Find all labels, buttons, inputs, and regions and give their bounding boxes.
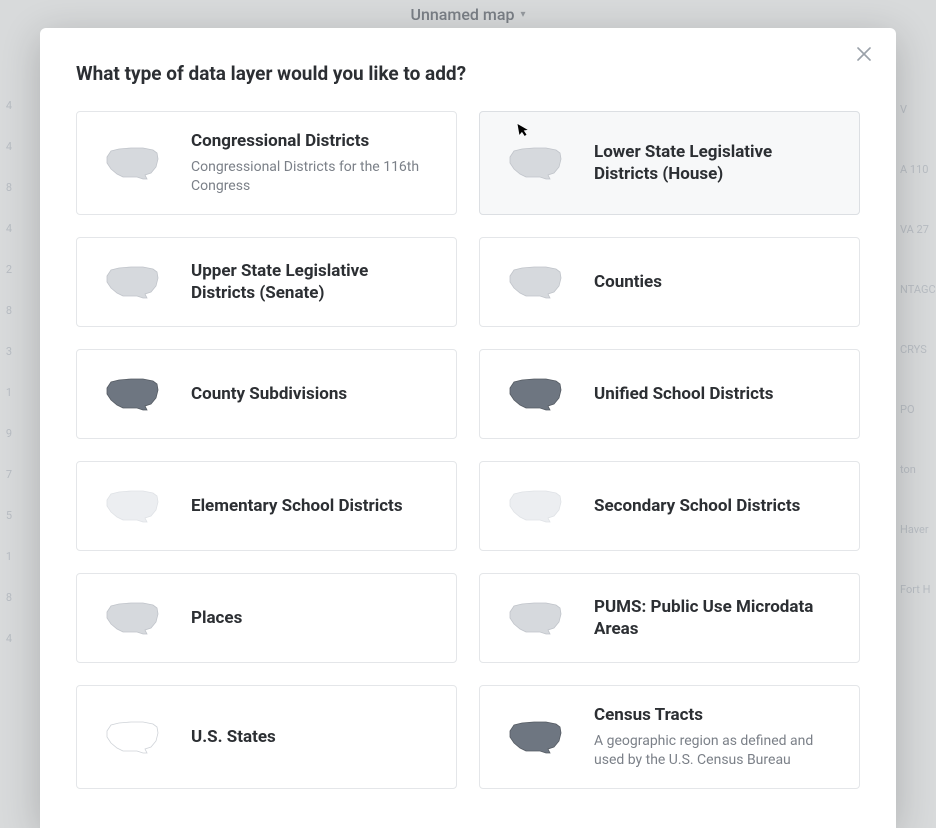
layer-option-title: Census Tracts: [594, 704, 839, 726]
chevron-down-icon: ▾: [520, 9, 525, 20]
layer-option-title: Secondary School Districts: [594, 495, 839, 517]
layer-option-text: Upper State Legislative Districts (Senat…: [191, 260, 436, 304]
layer-option-title: Upper State Legislative Districts (Senat…: [191, 260, 436, 304]
layer-option-title: Unified School Districts: [594, 383, 839, 405]
background-label: CRYS: [900, 340, 936, 360]
layer-option-card[interactable]: PUMS: Public Use Microdata Areas: [479, 573, 860, 663]
us-map-icon: [97, 370, 165, 418]
layer-option-title: PUMS: Public Use Microdata Areas: [594, 596, 839, 640]
us-map-icon: [97, 139, 165, 187]
layer-option-text: Counties: [594, 271, 839, 293]
layer-option-card[interactable]: County Subdivisions: [76, 349, 457, 439]
layer-option-text: Congressional Districts Congressional Dis…: [191, 130, 436, 196]
layer-option-text: Census Tracts A geographic region as defi…: [594, 704, 839, 770]
background-label: V: [900, 100, 936, 120]
layer-option-card[interactable]: Counties: [479, 237, 860, 327]
background-axis-tick: 8: [0, 305, 12, 316]
layer-option-title: Elementary School Districts: [191, 495, 436, 517]
layer-options-grid: Congressional Districts Congressional Dis…: [76, 111, 860, 789]
layer-option-card[interactable]: Upper State Legislative Districts (Senat…: [76, 237, 457, 327]
background-axis-tick: 1: [0, 387, 12, 398]
background-map-labels: V A 110 VA 27 NTAGC CITY CRYS PO ton Haver Fort …: [896, 100, 936, 640]
layer-option-title: County Subdivisions: [191, 383, 436, 405]
layer-option-title: Congressional Districts: [191, 130, 436, 152]
layer-option-text: Places: [191, 607, 436, 629]
background-axis-tick: 7: [0, 469, 12, 480]
background-label: A 110: [900, 160, 936, 180]
us-map-icon: [97, 258, 165, 306]
layer-option-card[interactable]: Places: [76, 573, 457, 663]
layer-option-title: Lower State Legislative Districts (House…: [594, 141, 839, 185]
layer-option-card[interactable]: Census Tracts A geographic region as defi…: [479, 685, 860, 789]
modal-heading: What type of data layer would you like t…: [76, 62, 860, 85]
layer-option-card[interactable]: Secondary School Districts: [479, 461, 860, 551]
layer-option-text: Secondary School Districts: [594, 495, 839, 517]
background-label: PO: [900, 400, 936, 420]
modal-backdrop: 4 4 8 4 2 8 3 1 9 7 5 1 8 4 V A 110 VA 27 NTAGC CITY CRYS…: [0, 0, 936, 828]
background-axis-tick: 4: [0, 141, 12, 152]
layer-option-text: Lower State Legislative Districts (House…: [594, 141, 839, 185]
layer-option-text: U.S. States: [191, 726, 436, 748]
layer-option-title: Counties: [594, 271, 839, 293]
us-map-icon: [500, 139, 568, 187]
layer-option-text: County Subdivisions: [191, 383, 436, 405]
background-axis-tick: 2: [0, 264, 12, 275]
layer-option-card[interactable]: U.S. States: [76, 685, 457, 789]
layer-option-card[interactable]: Lower State Legislative Districts (House…: [479, 111, 860, 215]
background-label: VA 27: [900, 220, 936, 240]
us-map-icon: [97, 713, 165, 761]
us-map-icon: [500, 594, 568, 642]
background-axis-tick: 8: [0, 592, 12, 603]
background-axis-tick: 8: [0, 182, 12, 193]
layer-option-title: U.S. States: [191, 726, 436, 748]
close-icon: [857, 47, 871, 61]
layer-option-card[interactable]: Congressional Districts Congressional Dis…: [76, 111, 457, 215]
background-axis-tick: 4: [0, 100, 12, 111]
layer-option-text: Elementary School Districts: [191, 495, 436, 517]
us-map-icon: [500, 713, 568, 761]
close-button[interactable]: [852, 42, 876, 66]
us-map-icon: [97, 482, 165, 530]
layer-option-text: PUMS: Public Use Microdata Areas: [594, 596, 839, 640]
background-label: ton: [900, 460, 936, 480]
us-map-icon: [500, 482, 568, 530]
background-axis-tick: 4: [0, 633, 12, 644]
background-axis-tick: 1: [0, 551, 12, 562]
background-label: Haver: [900, 520, 936, 540]
us-map-icon: [500, 370, 568, 418]
background-axis-tick: 3: [0, 346, 12, 357]
us-map-icon: [500, 258, 568, 306]
add-data-layer-modal: What type of data layer would you like t…: [40, 28, 896, 828]
layer-option-text: Unified School Districts: [594, 383, 839, 405]
map-title-text: Unnamed map: [411, 5, 515, 24]
background-axis-tick: 9: [0, 428, 12, 439]
background-axis-left: 4 4 8 4 2 8 3 1 9 7 5 1 8 4: [0, 100, 12, 674]
layer-option-card[interactable]: Elementary School Districts: [76, 461, 457, 551]
layer-option-description: Congressional Districts for the 116th Co…: [191, 158, 436, 196]
background-label: NTAGC CITY: [900, 280, 936, 300]
background-label: Fort H: [900, 580, 936, 600]
map-title-dropdown[interactable]: Unnamed map ▾: [0, 0, 936, 28]
us-map-icon: [97, 594, 165, 642]
background-axis-tick: 4: [0, 223, 12, 234]
layer-option-card[interactable]: Unified School Districts: [479, 349, 860, 439]
background-axis-tick: 5: [0, 510, 12, 521]
layer-option-title: Places: [191, 607, 436, 629]
layer-option-description: A geographic region as defined and used …: [594, 732, 839, 770]
